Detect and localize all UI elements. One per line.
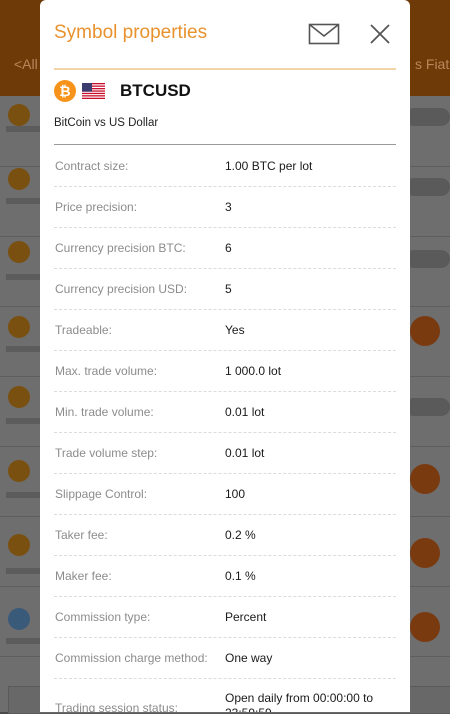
property-label: Currency precision USD:: [55, 282, 188, 296]
description-divider: [54, 144, 396, 145]
background-header-left: <All: [14, 56, 38, 72]
property-row: Maker fee: 0.1 %: [54, 556, 396, 597]
property-row: Min. trade volume: 0.01 lot: [54, 392, 396, 433]
properties-list: Contract size: 1.00 BTC per lot Price pr…: [54, 146, 396, 712]
property-label: Commission type:: [55, 610, 151, 624]
property-value: 0.01 lot: [225, 446, 265, 460]
property-row: Price precision: 3: [54, 187, 396, 228]
property-row: Currency precision BTC: 6: [54, 228, 396, 269]
symbol-properties-dialog: Symbol properties ₿ BTCUSD BitCoin vs US…: [40, 0, 410, 712]
property-value: 6: [225, 241, 232, 255]
us-flag-icon: [82, 83, 105, 99]
property-label: Trade volume step:: [55, 446, 158, 460]
property-value: Open daily from 00:00:00 to 23:59:59: [225, 691, 374, 712]
property-label: Tradeable:: [55, 323, 112, 337]
property-label: Maker fee:: [55, 569, 112, 583]
property-value: 0.1 %: [225, 569, 256, 583]
property-label: Price precision:: [55, 200, 138, 214]
property-value: One way: [225, 651, 273, 665]
property-label: Commission charge method:: [55, 651, 208, 665]
property-label: Min. trade volume:: [55, 405, 154, 419]
property-row: Commission charge method: One way: [54, 638, 396, 679]
symbol-row: ₿ BTCUSD: [54, 80, 396, 104]
property-row: Trade volume step: 0.01 lot: [54, 433, 396, 474]
close-icon[interactable]: [366, 20, 394, 48]
property-value: 100: [225, 487, 246, 501]
property-label: Taker fee:: [55, 528, 108, 542]
bitcoin-icon: ₿: [54, 80, 76, 102]
property-label: Slippage Control:: [55, 487, 148, 501]
property-label: Currency precision BTC:: [55, 241, 186, 255]
property-row: Taker fee: 0.2 %: [54, 515, 396, 556]
property-value: Percent: [225, 610, 267, 624]
property-value: 0.2 %: [225, 528, 256, 542]
property-value: 1 000.0 lot: [225, 364, 282, 378]
property-row: Currency precision USD: 5: [54, 269, 396, 310]
symbol-description: BitCoin vs US Dollar: [54, 117, 159, 129]
property-row: Contract size: 1.00 BTC per lot: [54, 146, 396, 187]
property-label: Max. trade volume:: [55, 364, 158, 378]
dialog-header: Symbol properties: [40, 0, 410, 68]
property-value: 3: [225, 200, 232, 214]
symbol-name: BTCUSD: [120, 81, 191, 100]
property-value: 1.00 BTC per lot: [225, 159, 313, 173]
property-row: Max. trade volume: 1 000.0 lot: [54, 351, 396, 392]
header-divider: [54, 68, 396, 70]
envelope-icon[interactable]: [308, 20, 340, 48]
property-row: Commission type: Percent: [54, 597, 396, 638]
property-row: Trading session status: Open daily from …: [54, 679, 396, 712]
property-label: Trading session status:: [55, 701, 178, 712]
property-label: Contract size:: [55, 159, 129, 173]
property-row: Tradeable: Yes: [54, 310, 396, 351]
dialog-title: Symbol properties: [54, 22, 208, 43]
property-value: Yes: [225, 323, 245, 337]
property-value: 5: [225, 282, 232, 296]
property-row: Slippage Control: 100: [54, 474, 396, 515]
property-value: 0.01 lot: [225, 405, 265, 419]
background-header-right: s Fiat: [415, 56, 450, 72]
